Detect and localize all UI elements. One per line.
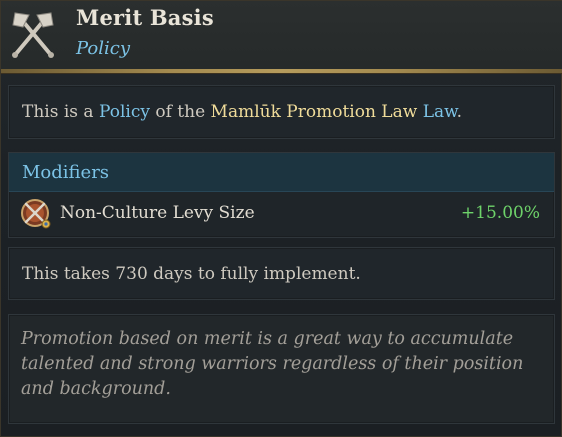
intro-middle: of the <box>149 102 211 122</box>
intro-text: This is a Policy of the Mamlūk Promotion… <box>22 102 462 122</box>
implementation-panel: This takes 730 days to fully implement. <box>8 247 555 300</box>
crossed-axes-icon <box>7 9 59 61</box>
flavor-text: Promotion based on merit is a great way … <box>21 329 524 399</box>
intro-panel: This is a Policy of the Mamlūk Promotion… <box>8 85 555 139</box>
modifiers-panel: Modifiers Non-Culture Levy Size +15.00% <box>8 152 555 238</box>
modifiers-header: Modifiers <box>9 153 554 192</box>
policy-link[interactable]: Policy <box>99 102 150 122</box>
tooltip-header: Merit Basis Policy <box>1 1 562 69</box>
intro-prefix: This is a <box>22 102 99 122</box>
intro-suffix: . <box>456 102 463 122</box>
law-link[interactable]: Law <box>423 102 457 122</box>
modifiers-title: Modifiers <box>22 162 110 183</box>
header-divider <box>1 69 562 73</box>
policy-title: Merit Basis <box>76 5 214 30</box>
modifier-label[interactable]: Non-Culture Levy Size <box>60 203 255 223</box>
modifier-value: +15.00% <box>460 203 540 223</box>
policy-type-link[interactable]: Policy <box>76 38 130 59</box>
flavor-panel: Promotion based on merit is a great way … <box>8 314 555 424</box>
implementation-text: This takes 730 days to fully implement. <box>22 264 361 284</box>
tooltip-window: Merit Basis Policy This is a Policy of t… <box>0 0 562 437</box>
levy-shield-swords-icon <box>19 197 53 231</box>
modifier-row: Non-Culture Levy Size +15.00% <box>9 191 554 237</box>
law-name-link[interactable]: Mamlūk Promotion Law <box>211 102 418 122</box>
